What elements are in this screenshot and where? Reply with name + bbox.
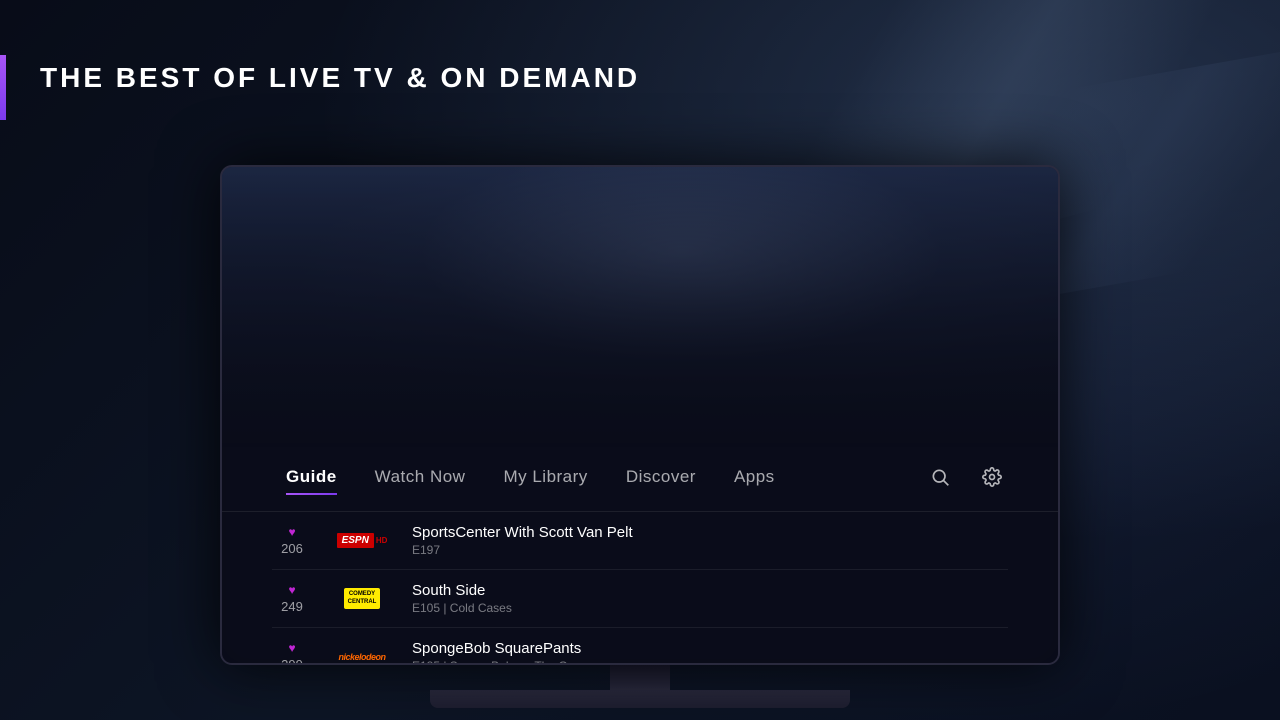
tv-screen: Guide Watch Now My Library Discover Apps: [222, 167, 1058, 663]
tab-apps[interactable]: Apps: [720, 463, 789, 491]
settings-button[interactable]: [976, 461, 1008, 493]
hero-overlay: [222, 167, 1058, 447]
channel-logo-nick: nickelodeon: [332, 642, 392, 664]
tab-watch-now[interactable]: Watch Now: [361, 463, 480, 491]
navigation-bar: Guide Watch Now My Library Discover Apps: [222, 443, 1058, 663]
espn-logo: ESPN HD: [337, 533, 388, 548]
tab-discover[interactable]: Discover: [612, 463, 710, 491]
table-row[interactable]: ♥ 299 nickelodeon SpongeBob SquarePants …: [272, 628, 1008, 663]
table-row[interactable]: ♥ 249 COMEDYCENTRAL South Side E105 | Co…: [272, 570, 1008, 628]
channel-number: 206: [281, 541, 303, 556]
tv-stand: [220, 665, 1060, 708]
stand-base: [430, 690, 850, 708]
channel-info: SpongeBob SquarePants E185 | SpongeBob v…: [412, 640, 1008, 663]
favorite-icon: ♥: [288, 525, 295, 539]
search-icon: [930, 467, 950, 487]
show-title: SpongeBob SquarePants: [412, 640, 1008, 657]
comedy-central-logo: COMEDYCENTRAL: [344, 588, 381, 608]
show-title: SportsCenter With Scott Van Pelt: [412, 524, 1008, 541]
channel-number: 299: [281, 657, 303, 663]
table-row[interactable]: ♥ 206 ESPN HD SportsCenter With Scott Va…: [272, 512, 1008, 570]
page-title: THE BEST OF LIVE TV & ON DEMAND: [40, 62, 640, 94]
channel-list: ♥ 206 ESPN HD SportsCenter With Scott Va…: [222, 512, 1058, 663]
channel-logo-comedy: COMEDYCENTRAL: [332, 584, 392, 614]
favorite-icon: ♥: [288, 641, 295, 655]
show-title: South Side: [412, 582, 1008, 599]
accent-bar: [0, 55, 6, 120]
channel-logo-espn: ESPN HD: [332, 526, 392, 556]
tab-guide[interactable]: Guide: [272, 463, 351, 491]
nickelodeon-logo: nickelodeon: [338, 652, 385, 662]
stand-neck: [610, 665, 670, 690]
channel-info: South Side E105 | Cold Cases: [412, 582, 1008, 615]
nav-icons: [924, 461, 1008, 493]
channel-info: SportsCenter With Scott Van Pelt E197: [412, 524, 1008, 557]
tab-my-library[interactable]: My Library: [489, 463, 601, 491]
channel-number-container: ♥ 299: [272, 641, 312, 663]
show-meta: E105 | Cold Cases: [412, 601, 1008, 615]
favorite-icon: ♥: [288, 583, 295, 597]
channel-number-container: ♥ 249: [272, 583, 312, 614]
hero-background: [222, 167, 1058, 447]
gear-icon: [982, 467, 1002, 487]
nav-tabs: Guide Watch Now My Library Discover Apps: [222, 443, 1058, 512]
search-button[interactable]: [924, 461, 956, 493]
show-meta: E197: [412, 543, 1008, 557]
tv-bezel: Guide Watch Now My Library Discover Apps: [220, 165, 1060, 665]
tv-container: Guide Watch Now My Library Discover Apps: [220, 165, 1060, 708]
channel-number-container: ♥ 206: [272, 525, 312, 556]
espn-text: ESPN: [337, 533, 374, 548]
hd-text: HD: [376, 536, 388, 545]
show-meta: E185 | SpongeBob vs. The Goo: [412, 659, 1008, 663]
channel-number: 249: [281, 599, 303, 614]
